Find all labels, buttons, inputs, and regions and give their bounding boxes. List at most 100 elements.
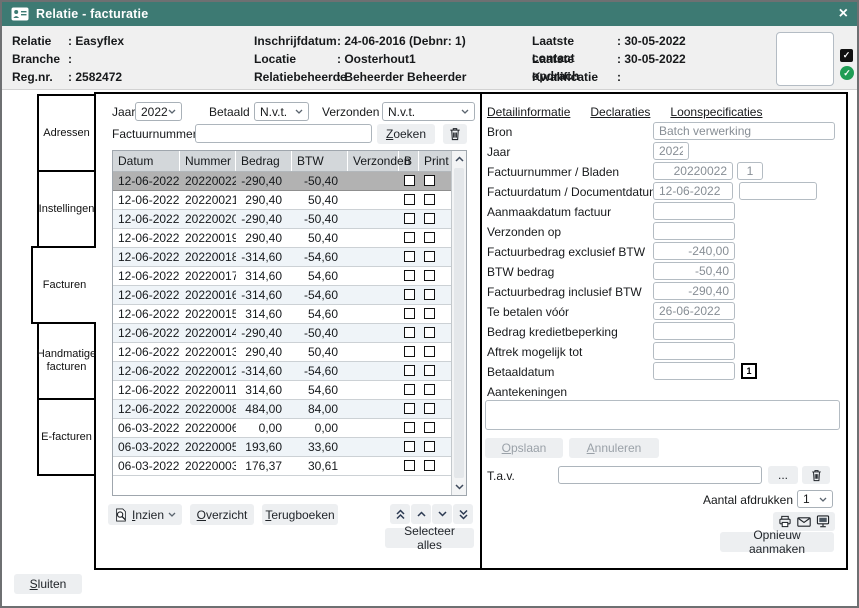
betaaldatum-input[interactable] xyxy=(653,362,735,380)
opslaan-button[interactable]: Opslaan xyxy=(485,438,563,458)
aantal-afdrukken-select[interactable]: 1 xyxy=(797,490,833,508)
b-checkbox[interactable] xyxy=(404,422,415,433)
inzien-button[interactable]: Inzien xyxy=(108,504,182,525)
b-checkbox[interactable] xyxy=(404,365,415,376)
tab-instellingen[interactable]: Instellingen xyxy=(37,170,96,248)
table-row[interactable]: 06-03-2022 20220003 176,37 30,61 xyxy=(113,457,466,476)
opnieuw-aanmaken-button[interactable]: Opnieuw aanmaken xyxy=(720,532,834,552)
table-row[interactable]: 12-06-2022 20220021 290,40 50,40 xyxy=(113,191,466,210)
col-header-verzonden[interactable]: Verzonden xyxy=(348,151,399,171)
scroll-up-icon[interactable] xyxy=(452,151,466,167)
table-row[interactable]: 12-06-2022 20220012 -314,60 -54,60 xyxy=(113,362,466,381)
b-checkbox[interactable] xyxy=(404,403,415,414)
scrollbar-thumb[interactable] xyxy=(454,168,464,478)
col-header-datum[interactable]: Datum xyxy=(113,151,180,171)
verzonden-select[interactable]: N.v.t. xyxy=(382,102,475,121)
tav-browse-button[interactable]: ... xyxy=(768,466,798,484)
print-checkbox[interactable] xyxy=(424,175,435,186)
excl-btw-input[interactable] xyxy=(653,242,735,260)
verzonden-op-input[interactable] xyxy=(653,222,735,240)
b-checkbox[interactable] xyxy=(404,327,415,338)
jaar-detail-input[interactable] xyxy=(653,142,689,160)
btw-bedrag-input[interactable] xyxy=(653,262,735,280)
col-header-bedrag[interactable]: Bedrag xyxy=(236,151,292,171)
row-up-button[interactable] xyxy=(411,504,431,524)
table-row[interactable]: 12-06-2022 20220011 314,60 54,60 xyxy=(113,381,466,400)
close-icon[interactable]: × xyxy=(839,6,848,22)
factuurnummer-detail-input[interactable] xyxy=(653,162,733,180)
b-checkbox[interactable] xyxy=(404,308,415,319)
scroll-down-icon[interactable] xyxy=(452,479,466,495)
table-row[interactable]: 12-06-2022 20220013 290,40 50,40 xyxy=(113,343,466,362)
kredietbeperking-input[interactable] xyxy=(653,322,735,340)
jump-first-button[interactable] xyxy=(390,504,410,524)
col-header-btw[interactable]: BTW xyxy=(292,151,348,171)
b-checkbox[interactable] xyxy=(404,232,415,243)
table-row[interactable]: 12-06-2022 20220020 -290,40 -50,40 xyxy=(113,210,466,229)
table-scrollbar[interactable] xyxy=(451,151,466,495)
selecteer-alles-button[interactable]: Selecteer alles xyxy=(385,528,474,548)
terugboeken-button[interactable]: Terugboeken xyxy=(262,504,338,525)
jump-last-button[interactable] xyxy=(453,504,473,524)
print-checkbox[interactable] xyxy=(424,346,435,357)
tav-clear-button[interactable] xyxy=(802,466,830,484)
print-checkbox[interactable] xyxy=(424,232,435,243)
documentdatum-input[interactable] xyxy=(739,182,817,200)
b-checkbox[interactable] xyxy=(404,384,415,395)
betaald-select[interactable]: N.v.t. xyxy=(254,102,309,121)
table-row[interactable]: 12-06-2022 20220018 -314,60 -54,60 xyxy=(113,248,466,267)
table-row[interactable]: 06-03-2022 20220005 193,60 33,60 xyxy=(113,438,466,457)
print-checkbox[interactable] xyxy=(424,270,435,281)
row-down-button[interactable] xyxy=(432,504,452,524)
table-row[interactable]: 12-06-2022 20220019 290,40 50,40 xyxy=(113,229,466,248)
aantekeningen-textarea[interactable] xyxy=(485,400,840,430)
clear-search-button[interactable] xyxy=(443,124,467,144)
tab-handmatige-facturen[interactable]: Handmatige facturen xyxy=(37,322,96,400)
col-header-print[interactable]: Print xyxy=(419,151,451,171)
table-row[interactable]: 12-06-2022 20220008 484,00 84,00 xyxy=(113,400,466,419)
bladen-input[interactable] xyxy=(737,162,763,180)
link-declaraties[interactable]: Declaraties xyxy=(590,105,650,119)
table-row[interactable]: 12-06-2022 20220016 -314,60 -54,60 xyxy=(113,286,466,305)
aanmaakdatum-input[interactable] xyxy=(653,202,735,220)
link-detailinformatie[interactable]: Detailinformatie xyxy=(487,105,570,119)
b-checkbox[interactable] xyxy=(404,175,415,186)
b-checkbox[interactable] xyxy=(404,346,415,357)
tab-adressen[interactable]: Adressen xyxy=(37,94,96,172)
tab-facturen[interactable]: Facturen xyxy=(31,246,96,324)
factuurdatum-input[interactable] xyxy=(653,182,733,200)
factuurnummer-input[interactable] xyxy=(195,124,372,143)
print-checkbox[interactable] xyxy=(424,422,435,433)
b-checkbox[interactable] xyxy=(404,441,415,452)
incl-btw-input[interactable] xyxy=(653,282,735,300)
b-checkbox[interactable] xyxy=(404,460,415,471)
table-row[interactable]: 12-06-2022 20220014 -290,40 -50,40 xyxy=(113,324,466,343)
b-checkbox[interactable] xyxy=(404,270,415,281)
b-checkbox[interactable] xyxy=(404,251,415,262)
zoeken-button[interactable]: Zoeken xyxy=(377,124,435,144)
print-checkbox[interactable] xyxy=(424,365,435,376)
table-row[interactable]: 12-06-2022 20220017 314,60 54,60 xyxy=(113,267,466,286)
annuleren-button[interactable]: Annuleren xyxy=(569,438,659,458)
print-checkbox[interactable] xyxy=(424,460,435,471)
print-checkbox[interactable] xyxy=(424,194,435,205)
active-checkbox[interactable]: ✓ xyxy=(840,49,853,62)
col-header-nummer[interactable]: Nummer xyxy=(180,151,236,171)
te-betalen-input[interactable] xyxy=(653,302,735,320)
print-checkbox[interactable] xyxy=(424,403,435,414)
col-header-b[interactable]: B xyxy=(399,151,419,171)
b-checkbox[interactable] xyxy=(404,289,415,300)
print-checkbox[interactable] xyxy=(424,289,435,300)
aftrek-input[interactable] xyxy=(653,342,735,360)
table-row[interactable]: 12-06-2022 20220015 314,60 54,60 xyxy=(113,305,466,324)
jaar-select[interactable]: 2022 xyxy=(135,102,182,121)
sluiten-button[interactable]: Sluiten xyxy=(14,574,82,594)
print-checkbox[interactable] xyxy=(424,251,435,262)
link-loonspecificaties[interactable]: Loonspecificaties xyxy=(670,105,762,119)
b-checkbox[interactable] xyxy=(404,194,415,205)
print-checkbox[interactable] xyxy=(424,327,435,338)
print-checkbox[interactable] xyxy=(424,213,435,224)
bron-input[interactable] xyxy=(653,122,835,140)
print-checkbox[interactable] xyxy=(424,308,435,319)
print-checkbox[interactable] xyxy=(424,384,435,395)
